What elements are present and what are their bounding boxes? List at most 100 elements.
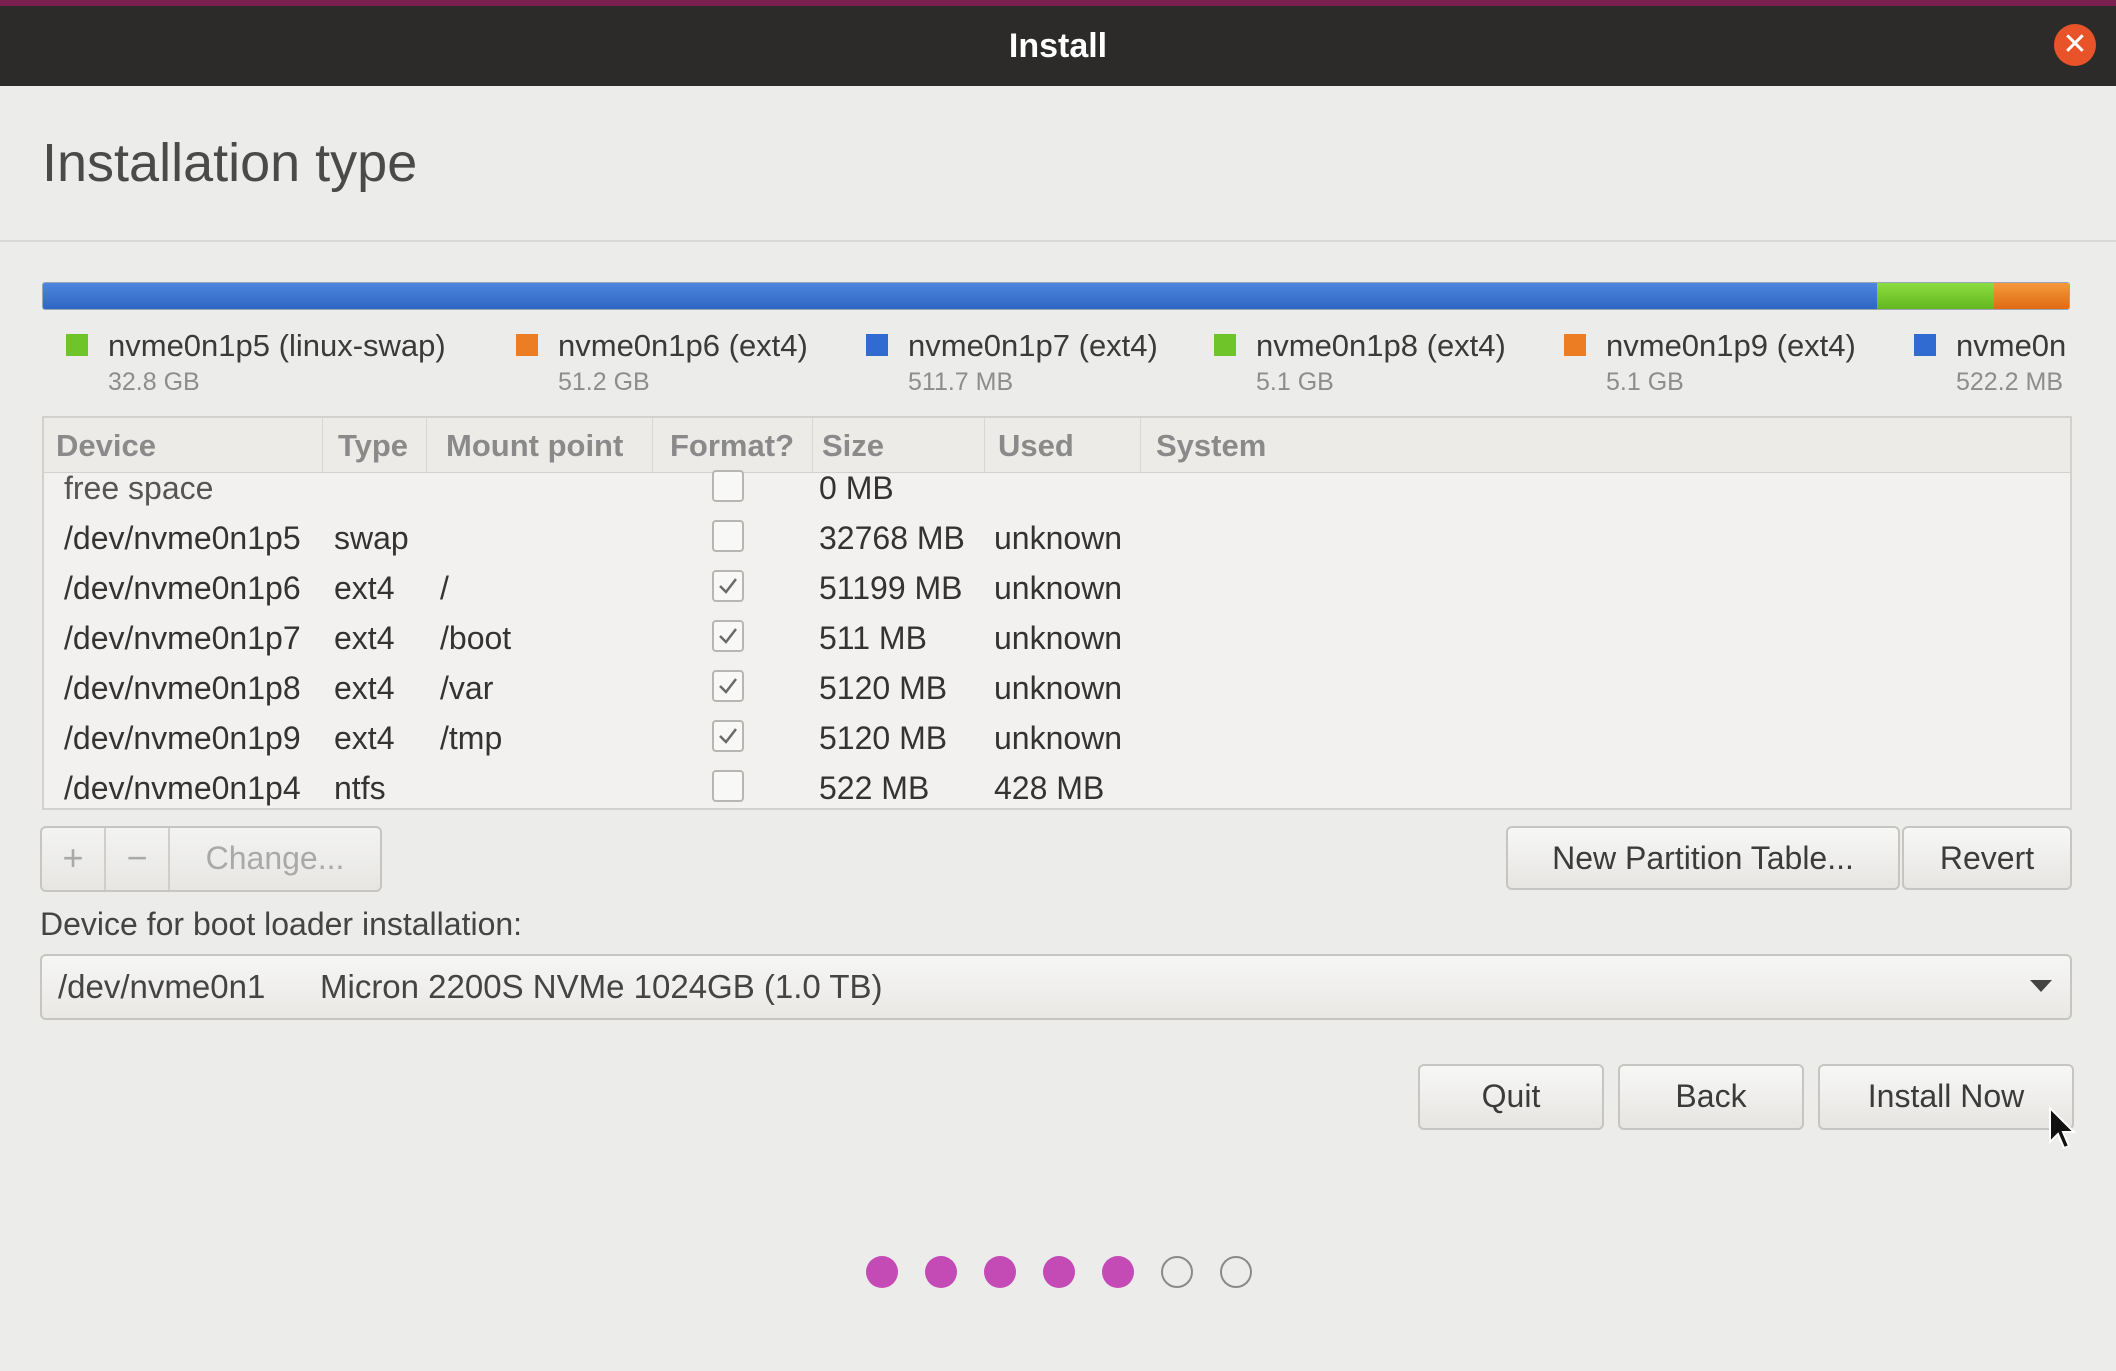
table-row[interactable]: /dev/nvme0n1p6 ext4 / 51199 MB unknown [44, 564, 2070, 614]
legend-name: nvme0n1p9 (ext4) [1606, 328, 1856, 363]
cell-used: unknown [994, 570, 1123, 606]
legend-size: 511.7 MB [908, 368, 1014, 396]
cell-mount: /tmp [440, 720, 503, 756]
header-mount-point[interactable]: Mount point [446, 428, 623, 464]
legend-size: 5.1 GB [1256, 368, 1334, 396]
cell-used: unknown [994, 620, 1123, 656]
cell-device: /dev/nvme0n1p4 [64, 770, 301, 806]
cell-device: /dev/nvme0n1p7 [64, 620, 301, 656]
progress-dot-pending [1220, 1256, 1252, 1288]
title-bar: Install ✕ [0, 6, 2116, 86]
progress-dot-pending [1161, 1256, 1193, 1288]
format-checkbox[interactable] [712, 470, 744, 502]
legend-swatch [516, 334, 538, 356]
bootloader-device-select[interactable]: /dev/nvme0n1 Micron 2200S NVMe 1024GB (1… [40, 954, 2072, 1020]
legend-swatch [866, 334, 888, 356]
cell-device: free space [64, 470, 214, 506]
change-partition-button[interactable]: Change... [170, 828, 380, 890]
partition-bar-segment [43, 283, 1877, 309]
revert-button[interactable]: Revert [1902, 826, 2072, 890]
window-title: Install [1008, 27, 1108, 65]
cell-size: 511 MB [819, 620, 927, 656]
progress-dot-complete [1043, 1256, 1075, 1288]
bootloader-label: Device for boot loader installation: [40, 906, 523, 942]
cell-device: /dev/nvme0n1p9 [64, 720, 301, 756]
cell-type: ext4 [334, 620, 395, 656]
legend-size: 5.1 GB [1606, 368, 1684, 396]
table-row[interactable]: /dev/nvme0n1p5 swap 32768 MB unknown [44, 514, 2070, 564]
partition-bar-segment [1876, 283, 1995, 309]
format-checkbox[interactable] [712, 720, 744, 752]
legend-name: nvme0n1p6 (ext4) [558, 328, 808, 363]
legend-name: nvme0n1p7 (ext4) [908, 328, 1158, 363]
install-now-button[interactable]: Install Now [1818, 1064, 2074, 1130]
cell-used: unknown [994, 520, 1123, 556]
legend-size: 522.2 MB [1956, 368, 2064, 396]
partition-edit-buttons: + − Change... [40, 826, 382, 892]
progress-dot-complete [925, 1256, 957, 1288]
close-icon[interactable]: ✕ [2054, 24, 2096, 66]
cell-size: 5120 MB [819, 720, 948, 756]
installer-window: Install ✕ Installation type nvme0n1p5 (l… [0, 0, 2116, 1371]
header-size[interactable]: Size [822, 428, 884, 464]
cell-type: ext4 [334, 570, 395, 606]
format-checkbox[interactable] [712, 570, 744, 602]
quit-button[interactable]: Quit [1418, 1064, 1604, 1130]
cell-device: /dev/nvme0n1p5 [64, 520, 301, 556]
cell-size: 51199 MB [819, 570, 963, 606]
cell-mount: /boot [440, 620, 512, 656]
cell-used: unknown [994, 670, 1123, 706]
header-device[interactable]: Device [56, 428, 156, 464]
format-checkbox[interactable] [712, 770, 744, 802]
page-title: Installation type [42, 133, 418, 193]
legend-swatch [1564, 334, 1586, 356]
progress-dot-complete [866, 1256, 898, 1288]
header-format[interactable]: Format? [670, 428, 794, 464]
progress-dots [866, 1256, 1266, 1292]
add-partition-button[interactable]: + [42, 828, 104, 890]
cell-mount: /var [440, 670, 494, 706]
new-partition-table-button[interactable]: New Partition Table... [1506, 826, 1900, 890]
format-checkbox[interactable] [712, 670, 744, 702]
cell-used: unknown [994, 720, 1123, 756]
format-checkbox[interactable] [712, 520, 744, 552]
page-header: Installation type [0, 86, 2116, 242]
table-row[interactable]: /dev/nvme0n1p8 ext4/var 5120 MB unknown [44, 664, 2070, 714]
cell-size: 522 MB [819, 770, 930, 806]
header-used[interactable]: Used [998, 428, 1074, 464]
cell-device: /dev/nvme0n1p8 [64, 670, 301, 706]
table-row[interactable]: /dev/nvme0n1p9 ext4/tmp 5120 MB unknown [44, 714, 2070, 764]
header-type[interactable]: Type [338, 428, 408, 464]
partition-bar-segment [1994, 283, 2069, 309]
legend-size: 32.8 GB [108, 368, 200, 396]
partition-legend: nvme0n1p5 (linux-swap) 32.8 GB nvme0n1p6 (… [42, 328, 2070, 398]
progress-dot-complete [1102, 1256, 1134, 1288]
cell-type: ntfs [334, 770, 386, 806]
partition-usage-bar [42, 282, 2070, 310]
cell-size: 0 MB [819, 470, 894, 506]
table-row[interactable]: /dev/nvme0n1p4 ntfs 522 MB 428 MB [44, 764, 2070, 808]
cell-size: 5120 MB [819, 670, 948, 706]
header-system[interactable]: System [1156, 428, 1266, 464]
bootloader-device: /dev/nvme0n1 [58, 968, 266, 1005]
cell-mount: / [440, 570, 449, 606]
table-row[interactable]: free space 0 MB [44, 464, 2070, 514]
cell-size: 32768 MB [819, 520, 965, 556]
remove-partition-button[interactable]: − [106, 828, 168, 890]
mouse-pointer-icon [2048, 1105, 2078, 1157]
table-row[interactable]: /dev/nvme0n1p7 ext4/boot 511 MB unknown [44, 614, 2070, 664]
cell-type: ext4 [334, 720, 395, 756]
bootloader-device-description: Micron 2200S NVMe 1024GB (1.0 TB) [320, 968, 883, 1005]
legend-swatch [1214, 334, 1236, 356]
cell-used: 428 MB [994, 770, 1105, 806]
cell-type: ext4 [334, 670, 395, 706]
partition-table: Device Type Mount point Format? Size Use… [42, 416, 2072, 810]
dropdown-arrow-icon [2030, 980, 2052, 992]
format-checkbox[interactable] [712, 620, 744, 652]
legend-name: nvme0n1p8 (ext4) [1256, 328, 1506, 363]
progress-dot-complete [984, 1256, 1016, 1288]
back-button[interactable]: Back [1618, 1064, 1804, 1130]
legend-name: nvme0n [1956, 328, 2067, 363]
cell-type: swap [334, 520, 409, 556]
cell-device: /dev/nvme0n1p6 [64, 570, 301, 606]
